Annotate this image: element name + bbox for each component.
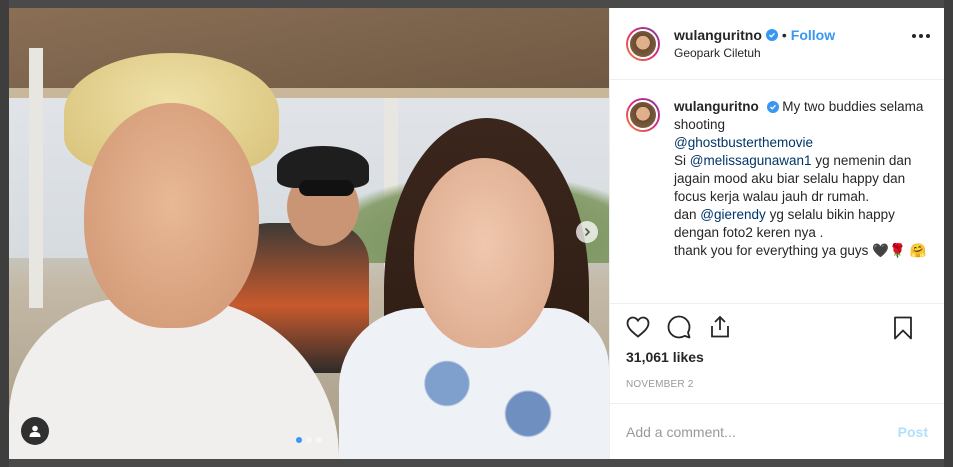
carousel-indicator (296, 437, 322, 443)
chevron-right-icon[interactable] (576, 221, 598, 243)
action-bar (610, 303, 944, 349)
post-comment-button[interactable]: Post (898, 424, 928, 440)
photo-pole (29, 48, 43, 308)
verified-badge-icon (765, 28, 778, 41)
author-username[interactable]: wulanguritno (674, 26, 762, 44)
caption-section: wulanguritno My two buddies selama shoot… (610, 80, 944, 303)
user-tag-icon[interactable] (21, 417, 49, 445)
avatar[interactable] (626, 26, 660, 61)
photo-person-middle-sunglasses (299, 180, 354, 196)
mention-link[interactable]: @melissagunawan1 (690, 153, 812, 168)
heart-icon[interactable] (624, 313, 652, 341)
caption-username[interactable]: wulanguritno (674, 99, 759, 114)
post-side-panel: wulanguritno • Follow Geopark Ciletuh wu… (609, 8, 944, 459)
mention-link[interactable]: @gierendy (700, 207, 766, 222)
avatar[interactable] (626, 98, 660, 132)
follow-button[interactable]: Follow (791, 26, 835, 44)
backdrop-bottom (0, 459, 953, 467)
bookmark-icon[interactable] (889, 314, 917, 342)
rose-emoji: 🌹 (888, 243, 906, 258)
heart-emoji: 🖤 (872, 243, 889, 258)
verified-badge-icon (766, 101, 779, 113)
share-icon[interactable] (706, 313, 734, 341)
carousel-dot (306, 437, 312, 443)
backdrop-top (0, 0, 953, 8)
comment-input[interactable] (626, 423, 898, 440)
separator: • (781, 26, 787, 43)
post-header: wulanguritno • Follow Geopark Ciletuh (610, 8, 944, 80)
carousel-dot (316, 437, 322, 443)
photo-person-right-face (414, 158, 554, 348)
caption-line: thank you for everything ya guys (674, 243, 869, 258)
carousel-dot (296, 437, 302, 443)
photo-person-left-face (84, 103, 259, 328)
post-photo[interactable] (9, 8, 609, 459)
comment-composer: Post (610, 403, 944, 459)
backdrop-right (944, 0, 953, 467)
caption-line: Si (674, 153, 687, 168)
caption-text: wulanguritno My two buddies selama shoot… (674, 98, 928, 303)
like-count[interactable]: 31,061 likes (610, 349, 944, 371)
backdrop-left (0, 0, 9, 467)
hug-emoji: 🤗 (909, 243, 927, 258)
mention-link[interactable]: @ghostbusterthemovie (674, 135, 813, 150)
caption-line: dan (674, 207, 697, 222)
post-date[interactable]: NOVEMBER 2 (610, 371, 944, 403)
post-modal: wulanguritno • Follow Geopark Ciletuh wu… (9, 8, 944, 459)
comment-icon[interactable] (665, 313, 693, 341)
location-link[interactable]: Geopark Ciletuh (674, 46, 835, 62)
more-options-icon[interactable] (912, 34, 930, 38)
